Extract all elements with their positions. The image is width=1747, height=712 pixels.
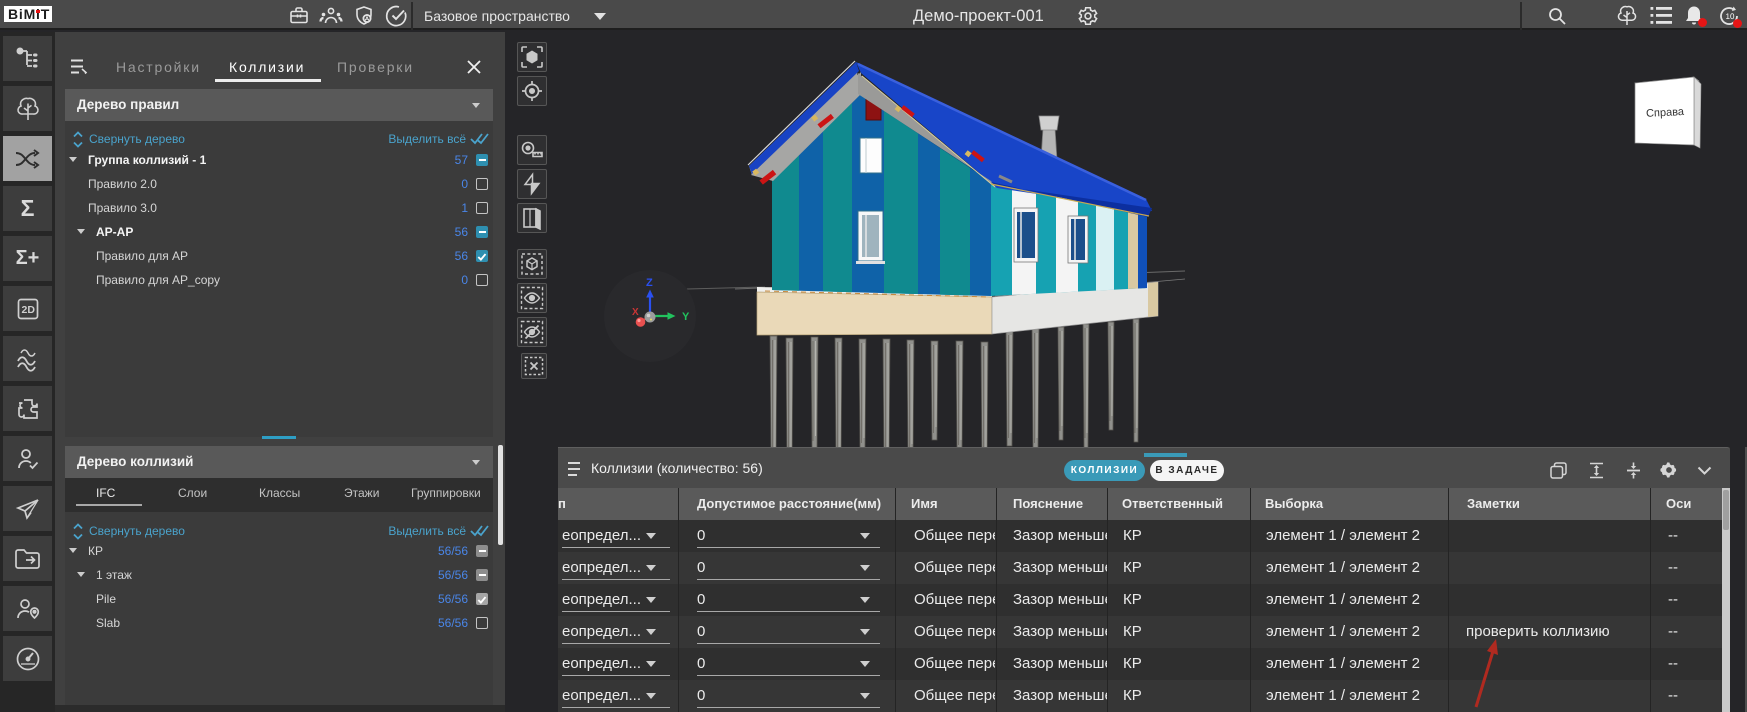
svg-text:X: X xyxy=(632,307,639,318)
svg-text:2D: 2D xyxy=(21,304,35,316)
svg-text:Справа: Справа xyxy=(1646,106,1685,120)
svg-text:Z: Z xyxy=(646,277,653,289)
svg-text:Y: Y xyxy=(682,311,690,323)
